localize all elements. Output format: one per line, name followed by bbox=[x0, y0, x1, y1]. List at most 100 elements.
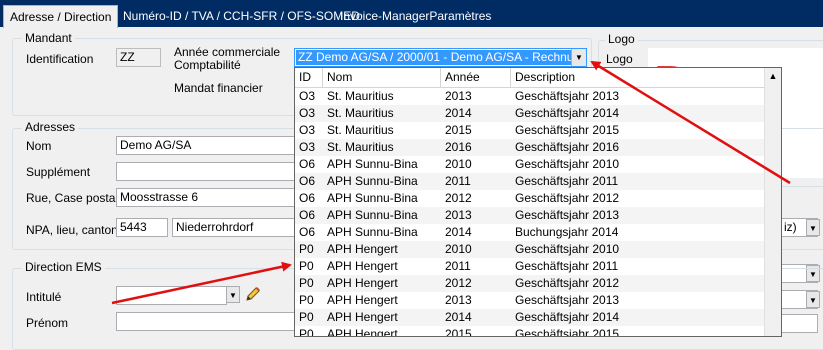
table-row[interactable]: P0 APH Hengert 2012 Geschäftsjahr 2012 bbox=[295, 275, 765, 292]
cell-id: O3 bbox=[299, 89, 316, 103]
lieu-field[interactable]: Niederrohrdorf bbox=[172, 218, 296, 237]
intitule-field[interactable] bbox=[116, 286, 227, 305]
identification-field[interactable]: ZZ bbox=[116, 48, 161, 67]
cell-annee: 2010 bbox=[445, 242, 472, 256]
cell-nom: St. Mauritius bbox=[327, 123, 394, 137]
cell-nom: APH Hengert bbox=[327, 259, 398, 273]
cell-description: Geschäftsjahr 2010 bbox=[515, 157, 620, 171]
supplement-label: Supplément bbox=[26, 165, 91, 179]
chevron-down-icon: ▼ bbox=[809, 224, 817, 233]
cell-nom: APH Sunnu-Bina bbox=[327, 225, 418, 239]
cell-description: Buchungsjahr 2014 bbox=[515, 225, 619, 239]
cell-annee: 2012 bbox=[445, 276, 472, 290]
table-row[interactable]: O3 St. Mauritius 2013 Geschäftsjahr 2013 bbox=[295, 88, 765, 105]
cell-id: P0 bbox=[299, 310, 314, 324]
cell-annee: 2011 bbox=[445, 174, 471, 188]
cell-id: O6 bbox=[299, 225, 316, 239]
cell-description: Geschäftsjahr 2015 bbox=[515, 123, 620, 137]
cell-nom: APH Hengert bbox=[327, 310, 398, 324]
column-header-id[interactable]: ID bbox=[295, 68, 323, 87]
tab-invoice-manager[interactable]: Invoice-ManagerParamètres bbox=[334, 5, 497, 27]
cell-description: Geschäftsjahr 2011 bbox=[515, 174, 619, 188]
supplement-field[interactable] bbox=[116, 162, 296, 181]
table-row[interactable]: O6 APH Sunnu-Bina 2012 Geschäftsjahr 2012 bbox=[295, 190, 765, 207]
cell-annee: 2014 bbox=[445, 106, 472, 120]
intitule-label: Intitulé bbox=[26, 290, 62, 304]
intitule-dropdown-button[interactable]: ▼ bbox=[226, 286, 240, 303]
cell-annee: 2014 bbox=[445, 310, 472, 324]
cell-description: Geschäftsjahr 2011 bbox=[515, 259, 619, 273]
cell-annee: 2016 bbox=[445, 140, 472, 154]
cell-annee: 2014 bbox=[445, 225, 472, 239]
cell-id: P0 bbox=[299, 293, 314, 307]
cell-id: O6 bbox=[299, 157, 316, 171]
cell-description: Geschäftsjahr 2014 bbox=[515, 106, 620, 120]
table-row[interactable]: O6 APH Sunnu-Bina 2013 Geschäftsjahr 2013 bbox=[295, 207, 765, 224]
table-row[interactable]: P0 APH Hengert 2013 Geschäftsjahr 2013 bbox=[295, 292, 765, 309]
combo-dropdown-grid[interactable]: ID Nom Année Description O3 St. Mauritius… bbox=[294, 67, 782, 337]
table-row[interactable]: O3 St. Mauritius 2014 Geschäftsjahr 2014 bbox=[295, 105, 765, 122]
column-header-annee[interactable]: Année bbox=[441, 68, 511, 87]
table-row[interactable]: P0 APH Hengert 2015 Geschäftsjahr 2015 bbox=[295, 326, 765, 337]
cell-nom: APH Hengert bbox=[327, 293, 398, 307]
column-header-nom[interactable]: Nom bbox=[323, 68, 441, 87]
cell-id: O3 bbox=[299, 123, 316, 137]
tab-adresse-direction[interactable]: Adresse / Direction bbox=[3, 5, 119, 28]
cell-description: Geschäftsjahr 2013 bbox=[515, 293, 620, 307]
identification-label: Identification bbox=[26, 52, 94, 66]
cell-description: Geschäftsjahr 2013 bbox=[515, 208, 620, 222]
prenom-field[interactable] bbox=[116, 312, 296, 331]
cell-nom: St. Mauritius bbox=[327, 106, 394, 120]
annee-commerciale-combo[interactable]: ZZ Demo AG/SA / 2000/01 - Demo AG/SA - R… bbox=[294, 48, 587, 67]
rue-label: Rue, Case postale bbox=[26, 191, 125, 205]
chevron-up-icon[interactable]: ▲ bbox=[766, 69, 780, 83]
table-row[interactable]: O6 APH Sunnu-Bina 2014 Buchungsjahr 2014 bbox=[295, 224, 765, 241]
cell-annee: 2013 bbox=[445, 293, 472, 307]
table-row[interactable]: P0 APH Hengert 2011 Geschäftsjahr 2011 bbox=[295, 258, 765, 275]
cell-id: P0 bbox=[299, 242, 314, 256]
rue-field[interactable]: Moosstrasse 6 bbox=[116, 188, 296, 207]
table-row[interactable]: O6 APH Sunnu-Bina 2011 Geschäftsjahr 2011 bbox=[295, 173, 765, 190]
prenom-label: Prénom bbox=[26, 316, 69, 330]
direction-legend: Direction EMS bbox=[22, 260, 105, 274]
cell-annee: 2012 bbox=[445, 191, 472, 205]
table-row[interactable]: P0 APH Hengert 2010 Geschäftsjahr 2010 bbox=[295, 241, 765, 258]
cell-nom: APH Sunnu-Bina bbox=[327, 191, 418, 205]
cell-annee: 2013 bbox=[445, 89, 472, 103]
column-header-description[interactable]: Description bbox=[511, 68, 765, 87]
table-row[interactable]: O3 St. Mauritius 2016 Geschäftsjahr 2016 bbox=[295, 139, 765, 156]
cell-id: O6 bbox=[299, 191, 316, 205]
cell-id: O6 bbox=[299, 208, 316, 222]
combo-dropdown-button[interactable]: ▼ bbox=[571, 49, 586, 66]
tab-numero-id[interactable]: Numéro-ID / TVA / CCH-SFR / OFS-SOMED bbox=[117, 5, 366, 27]
cell-nom: APH Sunnu-Bina bbox=[327, 208, 418, 222]
grid-body: O3 St. Mauritius 2013 Geschäftsjahr 2013 O3 S… bbox=[295, 88, 765, 337]
nom-label: Nom bbox=[26, 139, 52, 153]
cell-id: O3 bbox=[299, 140, 316, 154]
logo-label: Logo bbox=[606, 52, 633, 66]
table-row[interactable]: P0 APH Hengert 2014 Geschäftsjahr 2014 bbox=[295, 309, 765, 326]
cell-annee: 2011 bbox=[445, 259, 471, 273]
cell-nom: APH Hengert bbox=[327, 276, 398, 290]
grid-vertical-scrollbar[interactable]: ▲ bbox=[764, 68, 781, 336]
table-row[interactable]: O6 APH Sunnu-Bina 2010 Geschäftsjahr 2010 bbox=[295, 156, 765, 173]
npa-field[interactable]: 5443 bbox=[116, 218, 168, 237]
pencil-icon[interactable] bbox=[244, 285, 262, 303]
cell-annee: 2013 bbox=[445, 208, 472, 222]
cell-nom: APH Hengert bbox=[327, 242, 398, 256]
cell-description: Geschäftsjahr 2012 bbox=[515, 276, 620, 290]
cell-description: Geschäftsjahr 2010 bbox=[515, 242, 620, 256]
mandant-legend: Mandant bbox=[22, 31, 75, 45]
nom-field[interactable]: Demo AG/SA bbox=[116, 136, 296, 155]
canton-dropdown-button[interactable]: ▼ bbox=[806, 219, 820, 236]
cell-annee: 2010 bbox=[445, 157, 472, 171]
cell-description: Geschäftsjahr 2015 bbox=[515, 327, 620, 337]
cell-nom: St. Mauritius bbox=[327, 89, 394, 103]
table-row[interactable]: O3 St. Mauritius 2015 Geschäftsjahr 2015 bbox=[295, 122, 765, 139]
combo-selected-value: ZZ Demo AG/SA / 2000/01 - Demo AG/SA - R… bbox=[296, 50, 571, 65]
cell-id: P0 bbox=[299, 259, 314, 273]
cell-id: P0 bbox=[299, 276, 314, 290]
chevron-down-icon: ▼ bbox=[575, 53, 583, 62]
cell-annee: 2015 bbox=[445, 123, 472, 137]
cell-id: P0 bbox=[299, 327, 314, 337]
